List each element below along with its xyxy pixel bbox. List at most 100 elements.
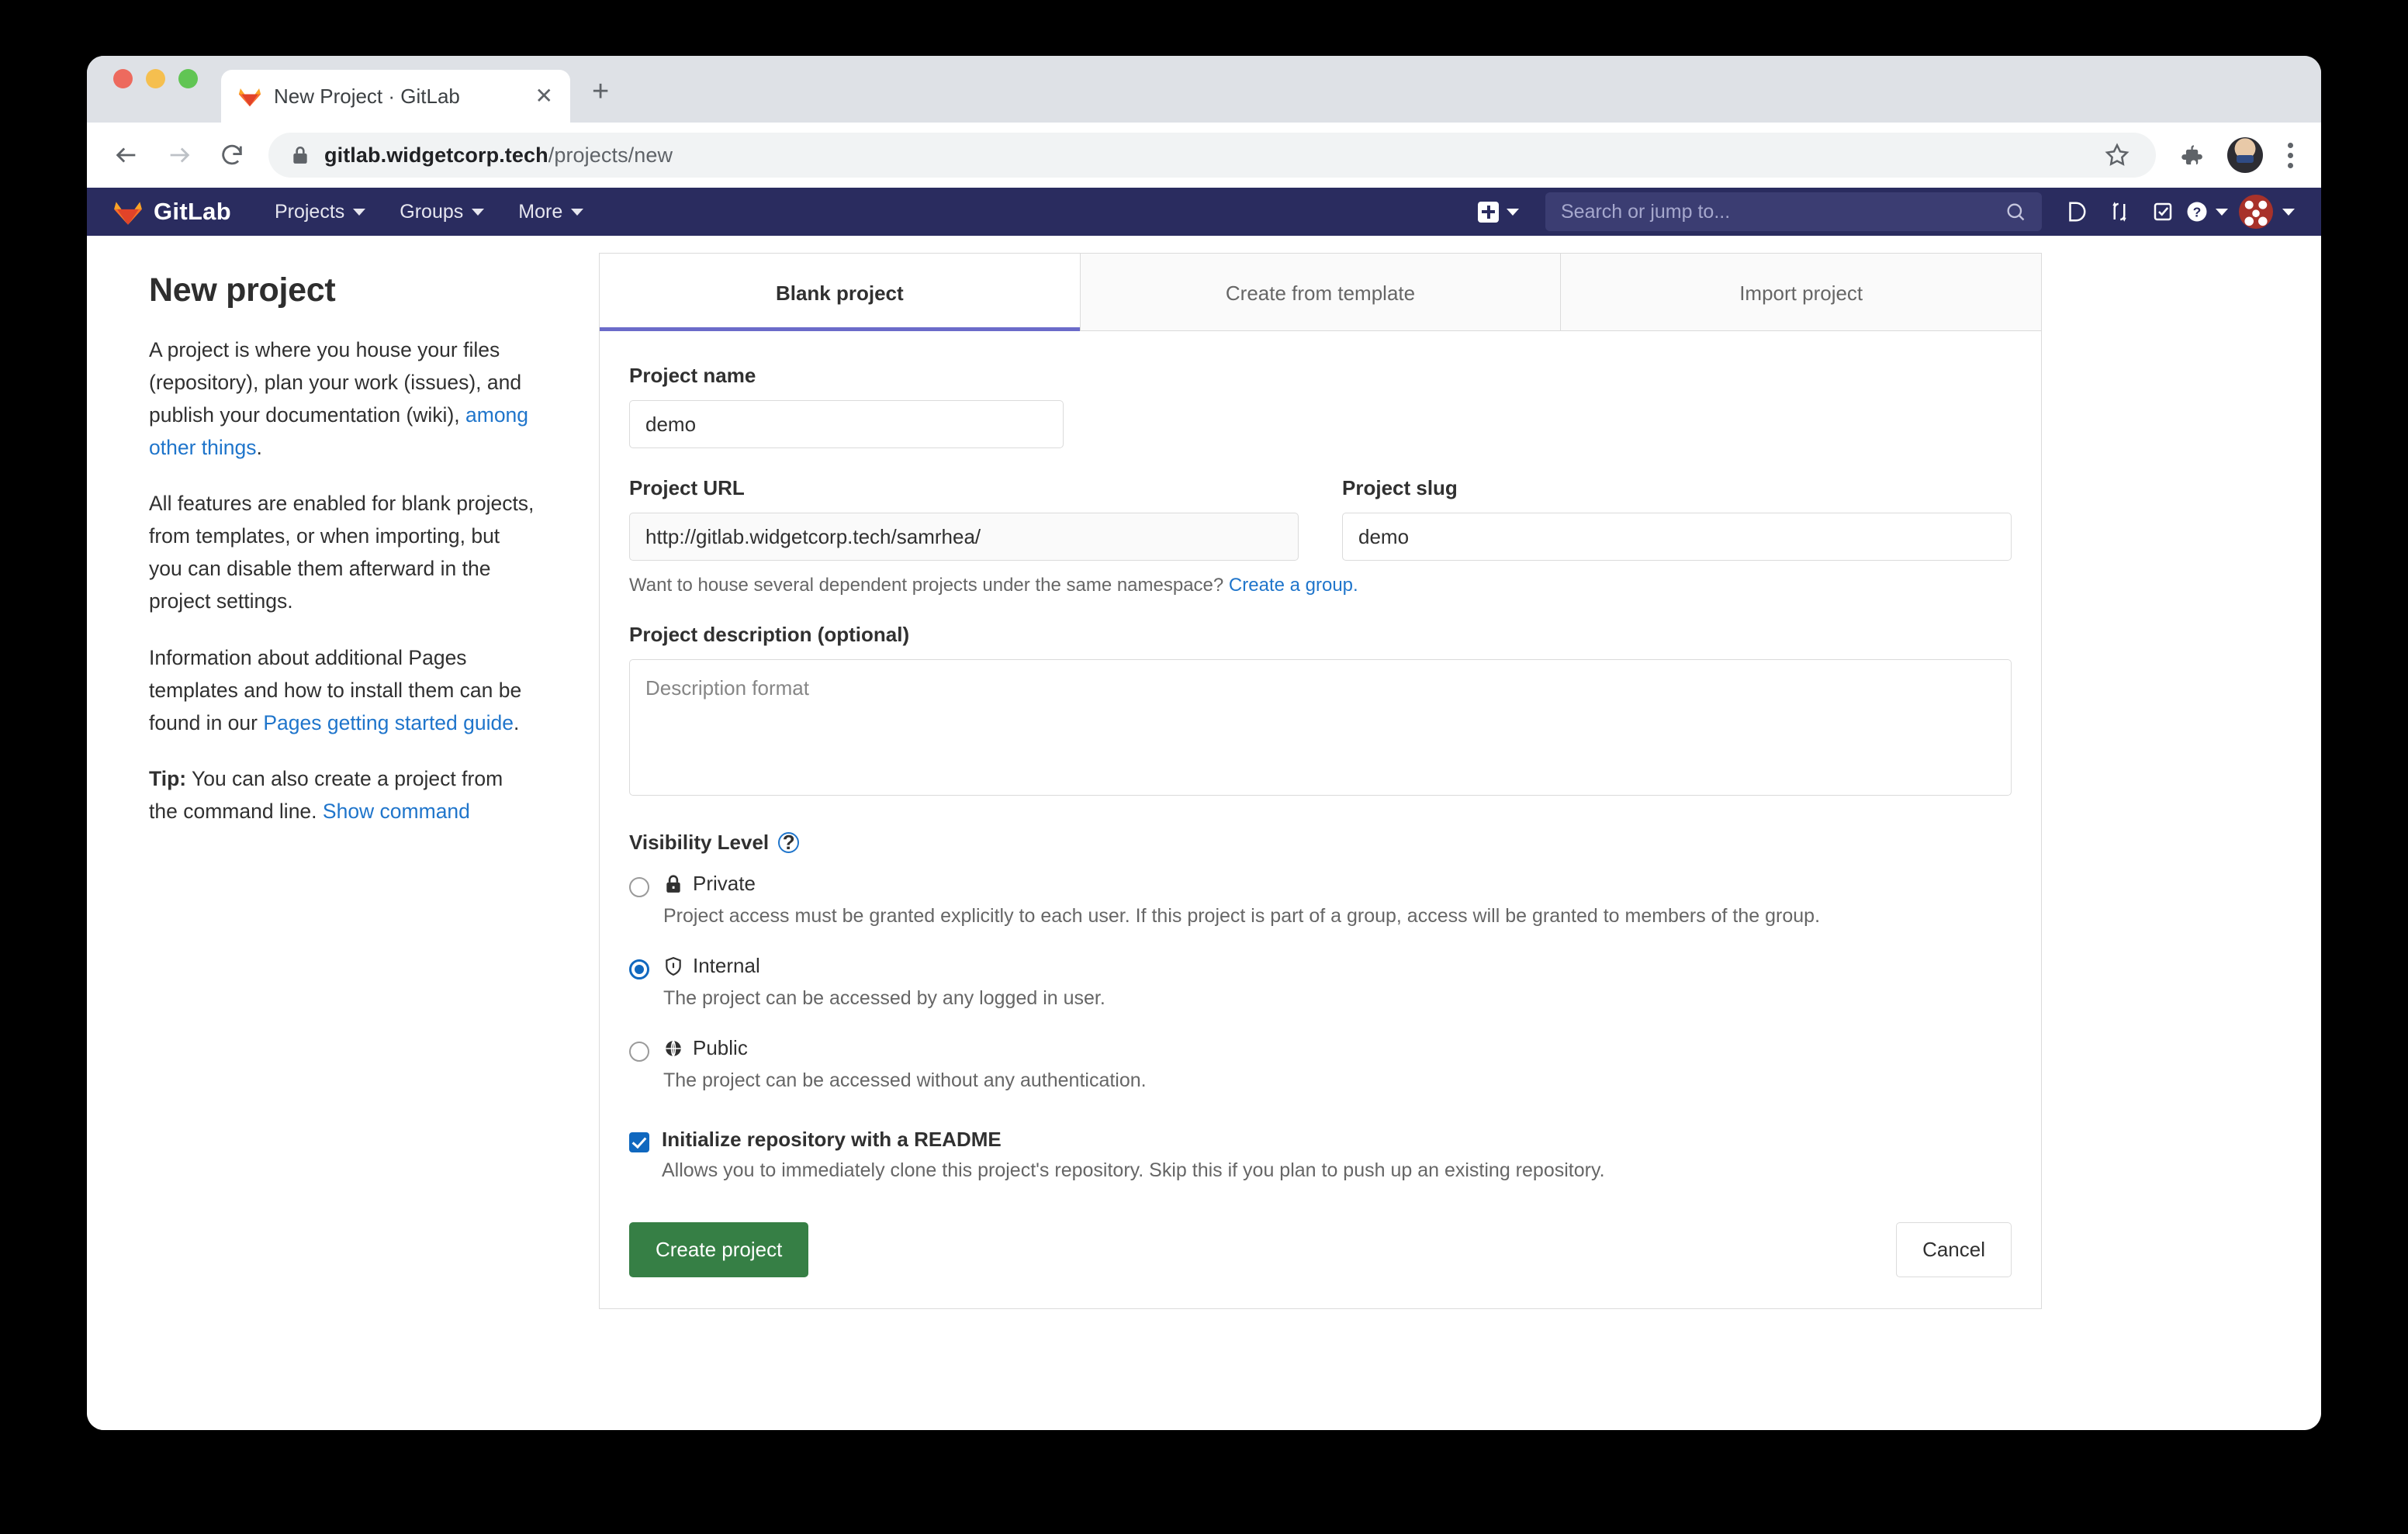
visibility-help-icon[interactable]: ? <box>778 832 799 853</box>
close-tab-icon[interactable]: ✕ <box>535 85 553 107</box>
visibility-option-private[interactable]: Private Project access must be granted e… <box>629 872 2012 931</box>
cancel-button[interactable]: Cancel <box>1896 1222 2012 1277</box>
readme-label: Initialize repository with a README <box>662 1128 1605 1152</box>
bookmark-star-icon[interactable] <box>2102 140 2133 171</box>
close-window-button[interactable] <box>113 69 133 88</box>
readme-description: Allows you to immediately clone this pro… <box>662 1159 1605 1182</box>
global-search-box[interactable] <box>1545 192 2042 231</box>
project-slug-group: Project slug <box>1342 476 2012 561</box>
public-description: The project can be accessed without any … <box>663 1066 2012 1095</box>
private-label: Private <box>693 872 756 896</box>
gitlab-home-link[interactable]: GitLab <box>113 198 231 226</box>
reload-icon[interactable] <box>216 139 248 171</box>
pages-paragraph: Information about additional Pages templ… <box>149 642 537 740</box>
lock-icon <box>663 874 683 894</box>
chevron-down-icon <box>2216 209 2228 216</box>
merge-requests-icon[interactable] <box>2098 188 2141 236</box>
sidebar-info: New project A project is where you house… <box>87 236 599 1430</box>
nav-item-projects[interactable]: Projects <box>258 188 382 236</box>
show-command-link[interactable]: Show command <box>323 800 470 823</box>
browser-window: New Project · GitLab ✕ + gitlab.widgetco… <box>87 56 2321 1430</box>
search-input[interactable] <box>1561 201 2005 223</box>
user-menu[interactable] <box>2228 195 2295 229</box>
visibility-level-heading: Visibility Level ? <box>629 831 2012 855</box>
readme-option[interactable]: Initialize repository with a README Allo… <box>629 1128 2012 1182</box>
tab-create-from-template[interactable]: Create from template <box>1081 254 1562 330</box>
nav-item-more[interactable]: More <box>501 188 600 236</box>
globe-icon <box>663 1038 683 1059</box>
chevron-down-icon <box>1507 209 1519 216</box>
issues-icon[interactable] <box>2054 188 2098 236</box>
radio-internal[interactable] <box>629 959 649 979</box>
internal-body: Internal The project can be accessed by … <box>663 954 2012 1013</box>
private-head: Private <box>663 872 2012 896</box>
new-project-panel: Blank project Create from template Impor… <box>599 253 2042 1309</box>
page-content: New project A project is where you house… <box>87 236 2321 1430</box>
tab-blank-project[interactable]: Blank project <box>600 254 1081 330</box>
private-body: Private Project access must be granted e… <box>663 872 2012 931</box>
todos-icon[interactable] <box>2141 188 2185 236</box>
radio-public[interactable] <box>629 1042 649 1062</box>
user-avatar <box>2239 195 2273 229</box>
new-tab-button[interactable]: + <box>592 75 609 123</box>
search-icon <box>2005 201 2026 223</box>
radio-private[interactable] <box>629 877 649 897</box>
project-url-input[interactable] <box>629 513 1299 561</box>
namespace-help-text: Want to house several dependent projects… <box>629 575 1229 596</box>
project-type-tabs: Blank project Create from template Impor… <box>600 254 2041 331</box>
browser-tabstrip: New Project · GitLab ✕ + <box>87 56 2321 123</box>
new-item-dropdown[interactable] <box>1464 202 1533 223</box>
new-project-form: Project name Project URL Project slug Wa… <box>600 331 2041 1308</box>
lock-icon <box>292 145 309 165</box>
pages-text-after: . <box>514 711 519 734</box>
shield-icon <box>663 956 683 976</box>
public-head: Public <box>663 1036 2012 1060</box>
nav-item-groups[interactable]: Groups <box>382 188 501 236</box>
tab-import-project[interactable]: Import project <box>1561 254 2041 330</box>
nav-item-projects-label: Projects <box>275 201 344 223</box>
gitlab-brand-label: GitLab <box>154 198 231 226</box>
forward-icon[interactable] <box>163 139 195 171</box>
create-project-button[interactable]: Create project <box>629 1222 808 1277</box>
chevron-down-icon <box>2282 209 2295 216</box>
help-dropdown[interactable]: ? <box>2185 188 2228 236</box>
intro-paragraph: A project is where you house your files … <box>149 334 537 464</box>
project-url-group: Project URL <box>629 476 1299 561</box>
project-slug-label: Project slug <box>1342 476 2012 500</box>
public-body: Public The project can be accessed witho… <box>663 1036 2012 1095</box>
plus-icon <box>1478 202 1499 223</box>
address-bar[interactable]: gitlab.widgetcorp.tech/projects/new <box>268 133 2156 178</box>
gitlab-navbar: GitLab Projects Groups More <box>87 188 2321 236</box>
form-actions: Create project Cancel <box>629 1222 2012 1277</box>
extensions-puzzle-icon[interactable] <box>2176 140 2207 171</box>
visibility-option-public[interactable]: Public The project can be accessed witho… <box>629 1036 2012 1095</box>
create-group-link[interactable]: Create a group. <box>1229 575 1358 596</box>
minimize-window-button[interactable] <box>146 69 165 88</box>
chrome-profile-avatar[interactable] <box>2227 137 2263 173</box>
chevron-down-icon <box>353 209 365 216</box>
visibility-option-internal[interactable]: Internal The project can be accessed by … <box>629 954 2012 1013</box>
project-url-label: Project URL <box>629 476 1299 500</box>
nav-item-groups-label: Groups <box>400 201 463 223</box>
readme-body: Initialize repository with a README Allo… <box>662 1128 1605 1182</box>
maximize-window-button[interactable] <box>178 69 198 88</box>
project-name-input[interactable] <box>629 400 1064 448</box>
gitlab-favicon-icon <box>238 85 261 108</box>
internal-description: The project can be accessed by any logge… <box>663 984 2012 1013</box>
window-controls <box>113 56 198 123</box>
readme-checkbox[interactable] <box>629 1132 649 1152</box>
chevron-down-icon <box>571 209 583 216</box>
browser-tab[interactable]: New Project · GitLab ✕ <box>221 70 570 123</box>
project-slug-input[interactable] <box>1342 513 2012 561</box>
browser-menu-icon[interactable] <box>2283 143 2298 168</box>
project-description-textarea[interactable] <box>629 659 2012 796</box>
page-title: New project <box>149 271 537 309</box>
tip-paragraph: Tip: You can also create a project from … <box>149 763 537 828</box>
url-slug-row: Project URL Project slug <box>629 476 2012 561</box>
url-path: /projects/new <box>548 143 673 167</box>
back-icon[interactable] <box>110 139 143 171</box>
features-paragraph: All features are enabled for blank proje… <box>149 488 537 617</box>
help-icon: ? <box>2185 200 2209 223</box>
internal-head: Internal <box>663 954 2012 978</box>
pages-guide-link[interactable]: Pages getting started guide <box>263 711 514 734</box>
